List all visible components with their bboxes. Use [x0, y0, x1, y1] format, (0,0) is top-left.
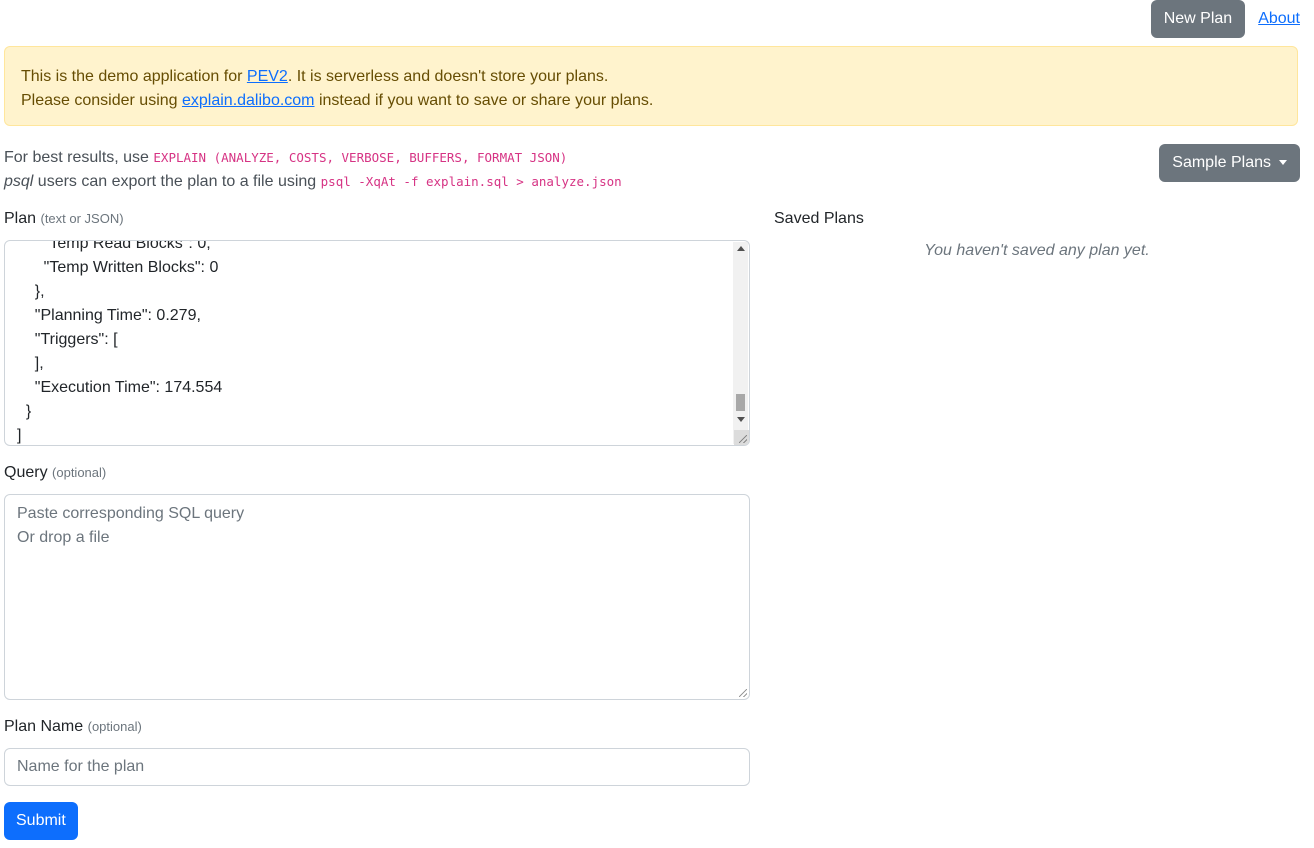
caret-down-icon [1279, 160, 1287, 166]
query-placeholder: Paste corresponding SQL query Or drop a … [17, 505, 245, 546]
saved-plans-empty: You haven't saved any plan yet. [924, 242, 1150, 259]
plan-scrollbar[interactable] [733, 242, 748, 444]
explain-dalibo-link[interactable]: explain.dalibo.com [182, 92, 315, 109]
plan-label: Plan (text or JSON) [4, 210, 124, 228]
hint-line-2: psql users can export the plan to a file… [4, 170, 622, 194]
resize-grip-icon[interactable] [739, 435, 747, 443]
psql-term: psql [4, 173, 34, 190]
alert-line-2: Please consider using explain.dalibo.com… [21, 89, 1281, 113]
pev2-link[interactable]: PEV2 [247, 68, 288, 85]
plan-textarea[interactable]: "Temp Read Blocks": 0, "Temp Written Blo… [4, 240, 750, 446]
alert-text: instead if you want to save or share you… [314, 92, 654, 109]
usage-hint: For best results, use EXPLAIN (ANALYZE, … [4, 146, 622, 194]
hint-text: For best results, use [4, 149, 154, 166]
plan-label-text: Plan [4, 210, 37, 227]
hint-line-1: For best results, use EXPLAIN (ANALYZE, … [4, 146, 622, 170]
plan-name-label-text: Plan Name [4, 718, 84, 735]
saved-plans-title: Saved Plans [774, 210, 864, 227]
scroll-down-arrow-icon[interactable] [737, 417, 745, 422]
alert-text: This is the demo application for [21, 68, 247, 85]
alert-text: Please consider using [21, 92, 182, 109]
scrollbar-thumb[interactable] [736, 394, 745, 411]
plan-text: "Temp Read Blocks": 0, "Temp Written Blo… [17, 240, 223, 444]
hint-text: users can export the plan to a file usin… [33, 173, 321, 190]
sample-plans-dropdown[interactable]: Sample Plans [1159, 144, 1300, 182]
new-plan-button[interactable]: New Plan [1150, 0, 1246, 38]
sample-plans-label: Sample Plans [1172, 154, 1271, 171]
scroll-up-arrow-icon[interactable] [737, 246, 745, 251]
alert-line-1: This is the demo application for PEV2. I… [21, 65, 1281, 89]
plan-name-sublabel: (optional) [87, 719, 142, 734]
resize-grip-icon[interactable] [739, 689, 747, 697]
explain-command: EXPLAIN (ANALYZE, COSTS, VERBOSE, BUFFER… [153, 150, 568, 165]
plan-name-placeholder: Name for the plan [17, 758, 145, 775]
query-textarea[interactable]: Paste corresponding SQL query Or drop a … [4, 494, 750, 700]
query-label-text: Query [4, 464, 48, 481]
psql-command: psql -XqAt -f explain.sql > analyze.json [320, 174, 622, 189]
query-label: Query (optional) [4, 464, 106, 482]
demo-alert: This is the demo application for PEV2. I… [4, 46, 1298, 126]
plan-name-input[interactable]: Name for the plan [4, 748, 750, 786]
about-link[interactable]: About [1258, 10, 1300, 28]
plan-name-label: Plan Name (optional) [4, 718, 142, 736]
submit-button[interactable]: Submit [4, 802, 78, 840]
top-nav: New Plan About [1150, 0, 1300, 38]
plan-sublabel: (text or JSON) [40, 211, 124, 226]
query-sublabel: (optional) [52, 465, 107, 480]
alert-text: . It is serverless and doesn't store you… [287, 68, 609, 85]
resize-corner[interactable] [734, 430, 749, 445]
